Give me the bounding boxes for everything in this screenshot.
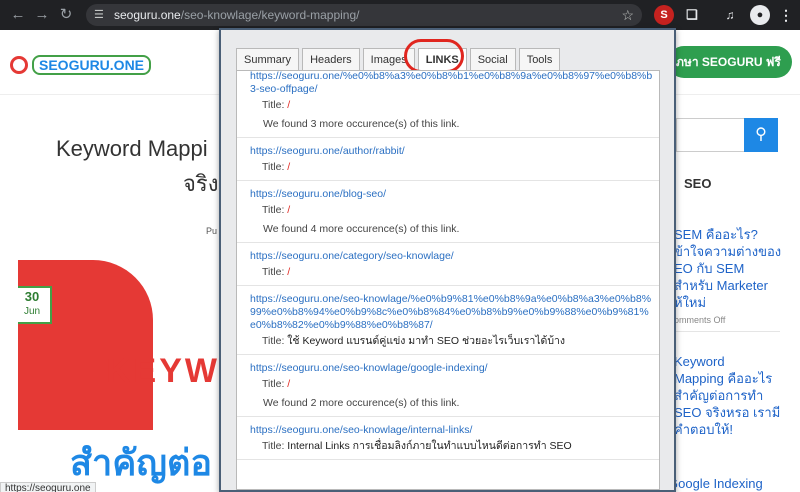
link-title-value: /: [287, 99, 291, 111]
magnifier-logo-icon: [10, 56, 28, 74]
link-url[interactable]: https://seoguru.one/author/rabbit/: [250, 145, 653, 158]
sidebar-search-button[interactable]: ⚲: [744, 118, 778, 152]
link-title-value: Internal Links การเชื่อมลิงก์ภายในทำแบบไ…: [287, 440, 572, 452]
seo-extension-icon[interactable]: S: [654, 5, 674, 25]
link-title-value: /: [287, 378, 291, 390]
address-bar[interactable]: ☰ seoguru.one/seo-knowlage/keyword-mappi…: [86, 4, 642, 26]
sidebar-post-meta: omments Off: [674, 315, 726, 325]
link-url[interactable]: https://seoguru.one/seo-knowlage/google-…: [250, 362, 653, 375]
tab-images[interactable]: Images: [362, 48, 415, 71]
link-url[interactable]: https://seoguru.one/seo-knowlage/interna…: [250, 424, 653, 437]
link-title-value: ใช้ Keyword แบรนด์คู่แข่ง มาทำ SEO ช่วยอ…: [287, 335, 566, 347]
link-url[interactable]: https://seoguru.one/category/seo-knowlag…: [250, 250, 653, 263]
sidebar-post-line[interactable]: SEM คืออะไร?: [674, 226, 758, 243]
link-url[interactable]: https://seoguru.one/blog-seo/: [250, 188, 653, 201]
bookmark-star-icon[interactable]: ☆: [621, 6, 634, 24]
sidebar-post-line[interactable]: คำตอบให้!: [674, 421, 733, 438]
link-url[interactable]: https://seoguru.one/%e0%b8%a3%e0%b8%b1%e…: [250, 71, 653, 96]
post-date-badge: 30 Jun: [18, 286, 52, 324]
link-url[interactable]: https://seoguru.one/seo-knowlage/%e0%b9%…: [250, 293, 653, 332]
sidebar-post-line[interactable]: Mapping คืออะไร: [674, 370, 772, 387]
link-occurrence-note: We found 2 more occurence(s) of this lin…: [263, 397, 460, 409]
sidebar-post-line[interactable]: ข้าใจความต่างของ: [674, 243, 781, 260]
media-controls-icon[interactable]: ♫: [720, 5, 740, 25]
sidebar-heading: SEO: [684, 176, 712, 191]
link-occurrence-note: We found 3 more occurence(s) of this lin…: [263, 118, 460, 130]
link-item: https://seoguru.one/category/seo-knowlag…: [237, 250, 659, 286]
url-path: /seo-knowlage/keyword-mapping/: [180, 8, 360, 22]
link-item: https://seoguru.one/%e0%b8%a3%e0%b8%b1%e…: [237, 71, 659, 138]
site-logo[interactable]: SEOGURU.ONE: [10, 54, 152, 76]
hero-word: KEYW: [106, 352, 220, 390]
tab-headers[interactable]: Headers: [302, 48, 360, 71]
link-title-label: Title:: [262, 440, 288, 452]
link-title-label: Title:: [262, 161, 288, 173]
tab-social[interactable]: Social: [469, 48, 516, 71]
sidebar-post-title[interactable]: Google Indexing: [668, 476, 763, 491]
sidebar-post-line[interactable]: EO กับ SEM: [674, 260, 744, 277]
url-host: seoguru.one: [114, 8, 181, 22]
browser-toolbar: ← → ↻ ☰ seoguru.one/seo-knowlage/keyword…: [0, 0, 800, 30]
reload-icon[interactable]: ↻: [56, 5, 76, 25]
link-item: https://seoguru.one/seo-knowlage/%e0%b9%…: [237, 293, 659, 355]
sidebar-post-line[interactable]: สำหรับ Marketer: [674, 277, 768, 294]
forward-icon[interactable]: →: [32, 5, 52, 25]
tab-links[interactable]: LINKS: [417, 48, 467, 72]
link-title-label: Title:: [262, 266, 288, 278]
sidebar-divider: [668, 331, 780, 332]
back-icon[interactable]: ←: [8, 5, 28, 25]
link-list: https://seoguru.one/%e0%b8%a3%e0%b8%b1%e…: [237, 71, 659, 467]
sidebar-post-line[interactable]: ห้ใหม่: [674, 294, 706, 311]
cta-button[interactable]: ภษา SEOGURU ฟรี: [668, 46, 792, 78]
link-item: https://seoguru.one/author/rabbit/Title:…: [237, 145, 659, 181]
link-title-label: Title:: [262, 99, 288, 111]
link-title: Title: Internal Links การเชื่อมลิงก์ภายใ…: [250, 439, 653, 453]
link-title-value: /: [287, 266, 291, 278]
search-icon: ⚲: [755, 126, 767, 143]
link-title: Title: /: [250, 98, 653, 112]
seo-extension-popup: Summary Headers Images LINKS Social Tools htt…: [219, 28, 676, 492]
article-title-line2: จริง: [183, 171, 219, 196]
sidebar-post-line[interactable]: SEO จริงหรอ เรามี: [674, 404, 780, 421]
browser-menu-icon[interactable]: ⋮: [776, 5, 796, 25]
link-item: https://seoguru.one/seo-knowlage/google-…: [237, 362, 659, 417]
link-title-value: /: [287, 204, 291, 216]
article-title: Keyword Mappi: [56, 136, 208, 161]
article-byline: Pu: [206, 226, 218, 236]
extensions-puzzle-icon[interactable]: ❏: [682, 5, 702, 25]
tab-tools[interactable]: Tools: [518, 48, 561, 71]
sidebar-search-input[interactable]: [676, 118, 744, 152]
sidebar-post-line[interactable]: Keyword: [674, 353, 725, 370]
profile-avatar[interactable]: ●: [750, 5, 770, 25]
link-title: Title: ใช้ Keyword แบรนด์คู่แข่ง มาทำ SE…: [250, 334, 653, 348]
link-title: Title: /: [250, 203, 653, 217]
address-url[interactable]: seoguru.one/seo-knowlage/keyword-mapping…: [114, 7, 360, 23]
link-occurrence-note: We found 4 more occurence(s) of this lin…: [263, 223, 460, 235]
status-bar-url: https://seoguru.one: [0, 482, 96, 492]
site-info-icon[interactable]: ☰: [94, 7, 104, 23]
link-title-value: /: [287, 161, 291, 173]
link-title: Title: /: [250, 377, 653, 391]
tab-summary[interactable]: Summary: [236, 48, 300, 71]
logo-text: SEOGURU.ONE: [32, 55, 152, 75]
links-panel[interactable]: https://seoguru.one/%e0%b8%a3%e0%b8%b1%e…: [236, 70, 660, 490]
link-title: Title: /: [250, 160, 653, 174]
link-title: Title: /: [250, 265, 653, 279]
link-title-label: Title:: [262, 204, 288, 216]
link-item: https://seoguru.one/seo-knowlage/interna…: [237, 424, 659, 460]
link-title-label: Title:: [262, 335, 288, 347]
link-item: https://seoguru.one/blog-seo/Title: / We …: [237, 188, 659, 243]
link-title-label: Title:: [262, 378, 288, 390]
post-date-day: 30: [24, 289, 40, 304]
popup-tabs: Summary Headers Images LINKS Social Tools: [236, 48, 563, 72]
post-date-month: Jun: [23, 306, 41, 317]
sidebar-post-line[interactable]: สำคัญต่อการทำ: [674, 387, 763, 404]
hero-image: KEYW 30 Jun: [18, 260, 223, 430]
